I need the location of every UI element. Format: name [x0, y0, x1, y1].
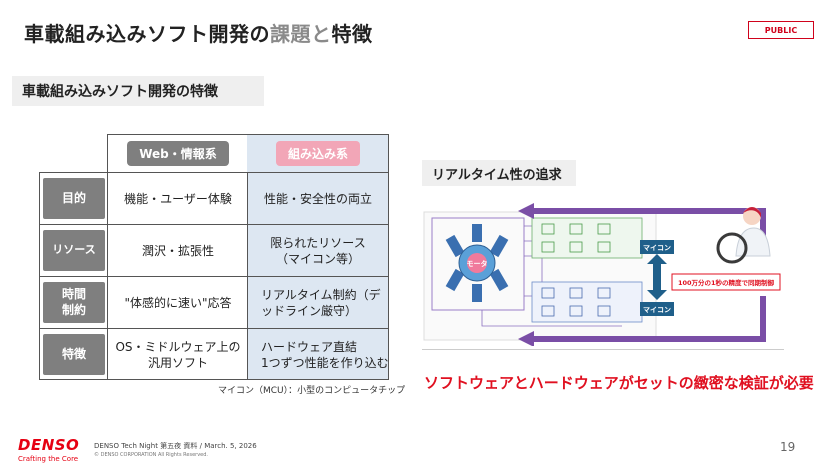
embedded-pill: 組み込み系: [275, 140, 360, 166]
denso-logo: DENSO Crafting the Core: [18, 436, 80, 464]
arrow-top-shaft: [532, 208, 766, 214]
row-label: 目的: [43, 178, 105, 219]
footnote: マイコン（MCU）：小型のコンピュータチップ: [218, 386, 406, 396]
coil: [472, 224, 482, 242]
embedded-cell: リアルタイム制約（デ ッドライン厳守）: [261, 287, 381, 318]
embedded-cell: ハードウェア直結 1つずつ性能を作り込む: [261, 339, 389, 370]
motor-label: モータ: [467, 259, 488, 268]
web-cell: 潤沢・拡張性: [141, 243, 214, 258]
public-badge: PUBLIC: [748, 21, 814, 39]
arrow-bottom-riser: [760, 296, 766, 342]
table-row: 特徴 OS・ミドルウェア上の 汎用ソフト ハードウェア直結 1つずつ性能を作り込…: [39, 328, 389, 380]
sync-note: 100万分の1秒の精度で同期制御: [678, 278, 775, 287]
arrow-bottom-shaft: [532, 336, 766, 342]
footer-copyright: © DENSO CORPORATION All Rights Reserved.: [94, 452, 208, 458]
embedded-cell: 性能・安全性の両立: [263, 191, 372, 206]
row-label: 時間 制約: [43, 282, 105, 323]
web-cell: 機能・ユーザー体験: [124, 191, 232, 206]
page-title: 車載組み込みソフト開発の課題と特徴: [24, 22, 373, 46]
page-number: 19: [780, 440, 796, 454]
mcu-bottom: マイコン: [640, 302, 674, 316]
web-pill: Web・情報系: [127, 140, 229, 166]
motor-control-diagram: モータ マイコン マイコン 100万分の1秒の精度で同期制御: [423, 203, 781, 346]
realtime-heading: リアルタイム性の追求: [422, 160, 576, 186]
logo-tagline: Crafting the Core: [18, 455, 79, 463]
table-row: 目的 機能・ユーザー体験 性能・安全性の両立: [39, 172, 389, 224]
row-label: リソース: [43, 230, 105, 271]
comparison-table: Web・情報系 組み込み系 目的 機能・ユーザー体験 性能・安全性の両立 リソー…: [39, 134, 389, 380]
logo-brand: DENSO: [18, 436, 80, 454]
inverter-top: [531, 217, 643, 259]
footer-event: DENSO Tech Night 第五夜 資料 / March. 5, 2026: [94, 442, 257, 450]
mcu-label: マイコン: [643, 306, 671, 314]
column-header-embedded: 組み込み系: [247, 134, 389, 172]
coil: [472, 284, 482, 302]
callout-text: ソフトウェアとハードウェアがセットの緻密な検証が必要: [424, 374, 814, 392]
table-row: 時間 制約 "体感的に速い"応答 リアルタイム制約（デ ッドライン厳守）: [39, 276, 389, 328]
mcu-label: マイコン: [643, 244, 671, 252]
inverter-bottom: [531, 281, 643, 323]
embedded-cell: 限られたリソース （マイコン等）: [270, 235, 366, 266]
web-cell: "体感的に速い"応答: [124, 295, 232, 310]
section-heading: 車載組み込みソフト開発の特徴: [12, 76, 264, 106]
divider: [422, 349, 784, 350]
row-label: 特徴: [43, 334, 105, 375]
mcu-top: マイコン: [640, 240, 674, 254]
web-cell: OS・ミドルウェア上の 汎用ソフト: [115, 339, 241, 370]
column-header-web: Web・情報系: [109, 134, 247, 172]
table-row: リソース 潤沢・拡張性 限られたリソース （マイコン等）: [39, 224, 389, 276]
